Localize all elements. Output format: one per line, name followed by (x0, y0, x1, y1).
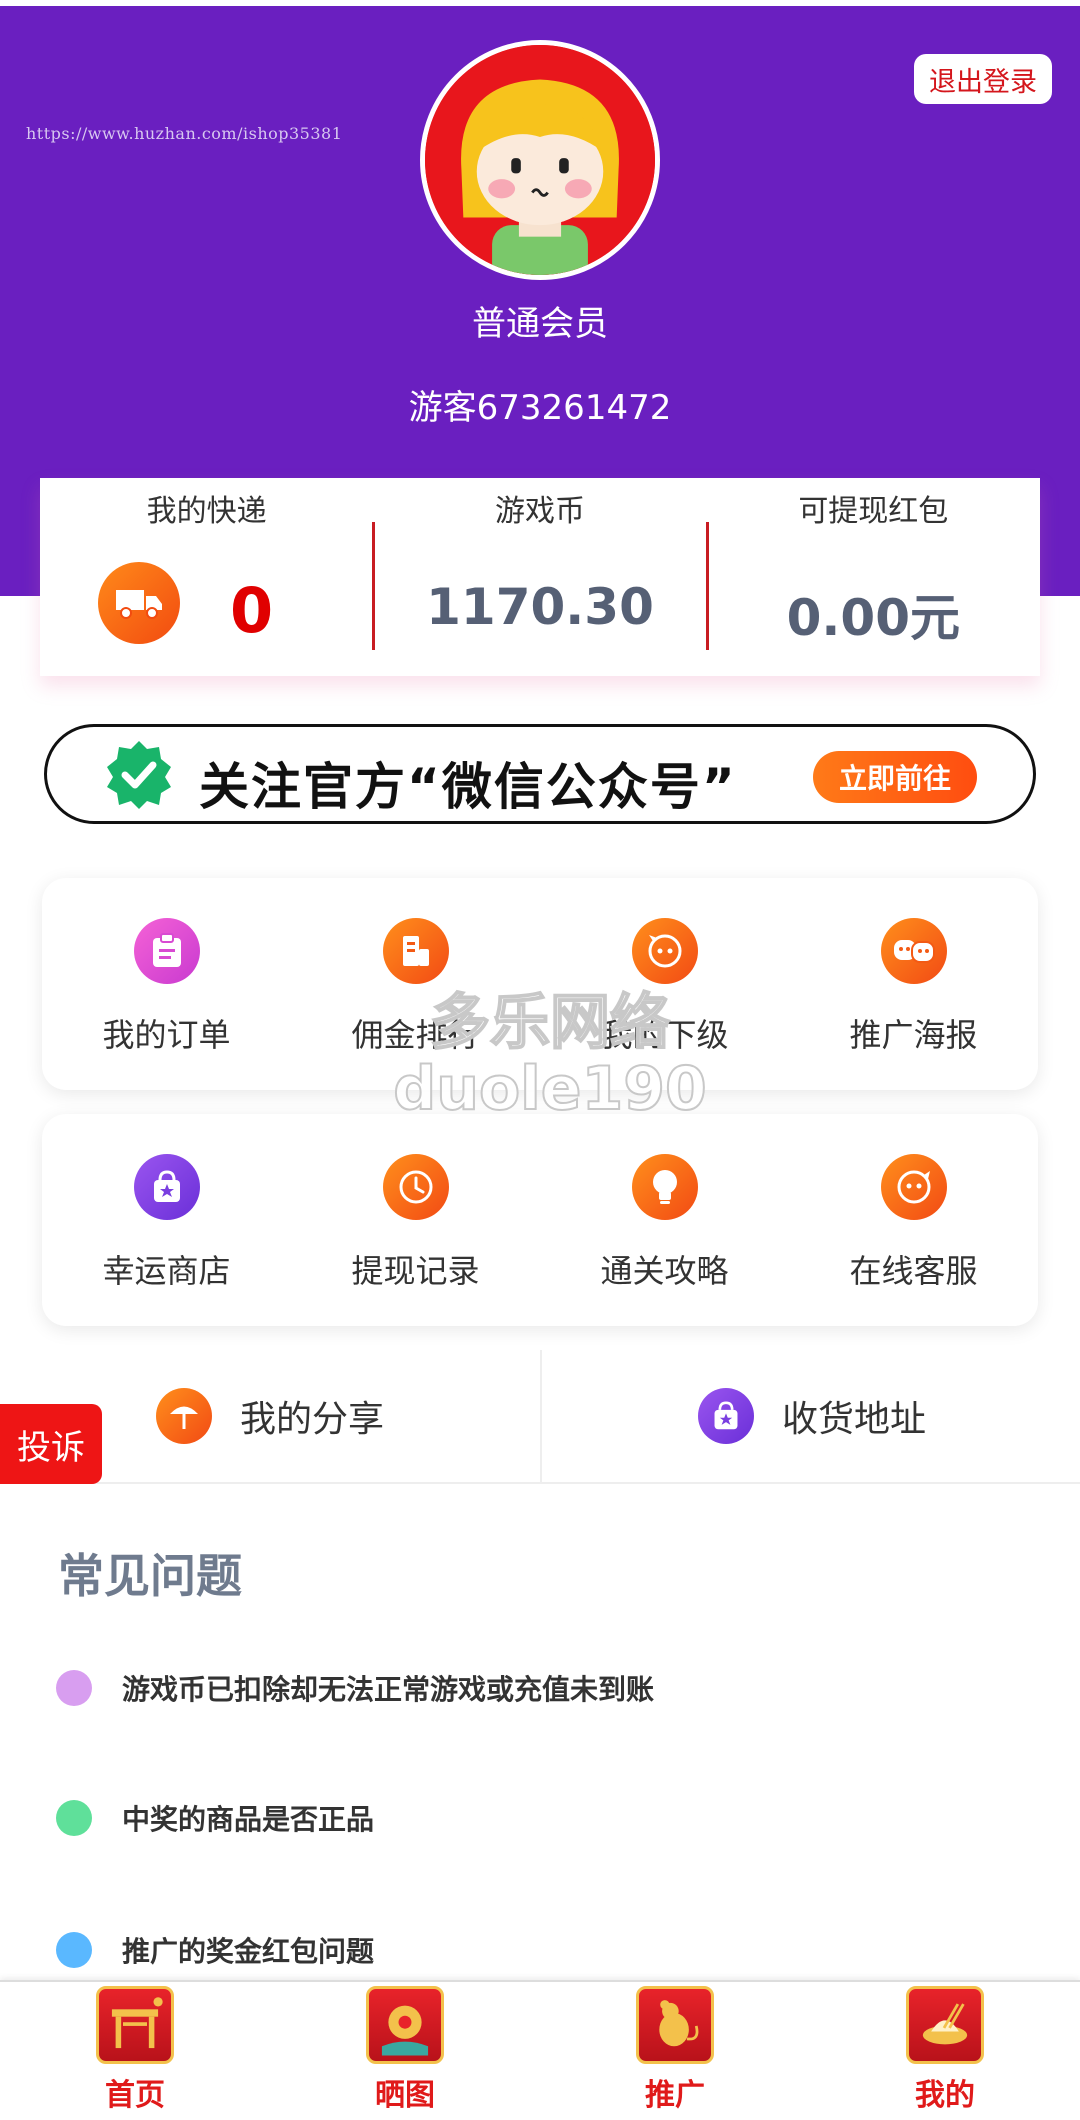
shipping-address-button[interactable]: 收货地址 (542, 1350, 1080, 1482)
faq-question: 游戏币已扣除却无法正常游戏或充值未到账 (122, 1673, 655, 1706)
faq-dot (56, 1670, 92, 1706)
menu-item-lucky-shop[interactable]: 幸运商店 (42, 1114, 291, 1326)
stat-label: 我的快递 (146, 494, 267, 529)
stat-label: 游戏币 (494, 494, 585, 529)
faq-question: 推广的奖金红包问题 (122, 1935, 375, 1968)
two-faces-icon (880, 918, 947, 984)
stat-label: 可提现红包 (798, 494, 949, 529)
menu-label: 我的下级 (600, 1016, 729, 1054)
nav-photos[interactable]: 晒图 (270, 1982, 540, 2120)
faq-question: 中奖的商品是否正品 (122, 1803, 375, 1836)
menu-item-subordinates[interactable]: 我的下级 (540, 878, 789, 1090)
ranking-icon (382, 918, 449, 984)
faq-item[interactable]: 游戏币已扣除却无法正常游戏或充值未到账 (56, 1668, 654, 1708)
avatar[interactable] (420, 40, 660, 280)
faq-title: 常见问题 (58, 1549, 242, 1603)
menu-label: 我的订单 (102, 1016, 231, 1054)
menu-label: 通关攻略 (600, 1252, 729, 1290)
go-now-button[interactable]: 立即前往 (813, 751, 977, 803)
menu-label: 提现记录 (351, 1252, 480, 1290)
menu-item-customer-service[interactable]: 在线客服 (789, 1114, 1038, 1326)
nav-label: 晒图 (375, 2078, 435, 2113)
faq-dot (56, 1932, 92, 1968)
profile-page: https://www.huzhan.com/ishop35381 退出登录 普… (0, 0, 1080, 2120)
menu-label: 推广海报 (849, 1016, 978, 1054)
banner-text: 关注官方“微信公众号” (199, 758, 737, 816)
menu-item-poster[interactable]: 推广海报 (789, 878, 1038, 1090)
faq-item[interactable]: 推广的奖金红包问题 (56, 1930, 374, 1970)
shopping-bag-icon (133, 1154, 200, 1220)
redpacket-balance: 0.00元 (786, 589, 960, 647)
menu-label: 在线客服 (849, 1252, 978, 1290)
verified-badge-icon (103, 739, 175, 811)
faq-dot (56, 1800, 92, 1836)
logout-button[interactable]: 退出登录 (914, 54, 1052, 104)
nav-label: 我的 (915, 2078, 975, 2113)
umbrella-icon (155, 1388, 212, 1444)
wechat-follow-banner[interactable]: 关注官方“微信公众号” 立即前往 (44, 724, 1036, 824)
cartoon-girl-avatar-icon (425, 45, 655, 275)
menu-card-2: 幸运商店 提现记录 通关攻略 在线客服 (42, 1114, 1038, 1326)
nav-mine[interactable]: 我的 (810, 1982, 1080, 2120)
bottom-nav: 首页 晒图 推广 我的 (0, 1980, 1080, 2120)
username: 游客673261472 (408, 388, 672, 428)
stat-redpacket[interactable]: 可提现红包 0.00元 (707, 478, 1040, 676)
rat-icon (636, 1986, 714, 2064)
delivery-count: 0 (230, 574, 274, 647)
menu-item-orders[interactable]: 我的订单 (42, 878, 291, 1090)
nav-label: 推广 (645, 2078, 705, 2113)
menu-item-withdraw-records[interactable]: 提现记录 (291, 1114, 540, 1326)
truck-icon (98, 562, 180, 644)
share-label: 我的分享 (239, 1399, 384, 1440)
nav-promote[interactable]: 推广 (540, 1982, 810, 2120)
divider (0, 1482, 1080, 1484)
watermark-url: https://www.huzhan.com/ishop35381 (26, 124, 343, 143)
stat-coins[interactable]: 游戏币 1170.30 (373, 478, 709, 676)
menu-item-ranking[interactable]: 佣金排行 (291, 878, 540, 1090)
smiley-icon (880, 1154, 947, 1220)
clock-icon (382, 1154, 449, 1220)
menu-card-1: 我的订单 佣金排行 我的下级 推广海报 (42, 878, 1038, 1090)
menu-item-guide[interactable]: 通关攻略 (540, 1114, 789, 1326)
complaint-button[interactable]: 投诉 (0, 1404, 102, 1484)
chat-bubble-icon (631, 918, 698, 984)
menu-label: 佣金排行 (351, 1016, 480, 1054)
lightbulb-icon (631, 1154, 698, 1220)
address-label: 收货地址 (781, 1399, 926, 1440)
nav-label: 首页 (105, 2078, 165, 2113)
stats-card: 我的快递 0 游戏币 1170.30 可提现红包 0.00元 (40, 478, 1040, 676)
member-level: 普通会员 (472, 304, 608, 344)
faq-item[interactable]: 中奖的商品是否正品 (56, 1798, 374, 1838)
clipboard-icon (133, 918, 200, 984)
flower-icon (366, 1986, 444, 2064)
dumpling-icon (906, 1986, 984, 2064)
menu-label: 幸运商店 (102, 1252, 231, 1290)
shopping-bag-icon (697, 1388, 754, 1444)
stat-delivery[interactable]: 我的快递 0 (40, 478, 376, 676)
gate-icon (96, 1986, 174, 2064)
coin-balance: 1170.30 (426, 578, 654, 636)
nav-home[interactable]: 首页 (0, 1982, 270, 2120)
